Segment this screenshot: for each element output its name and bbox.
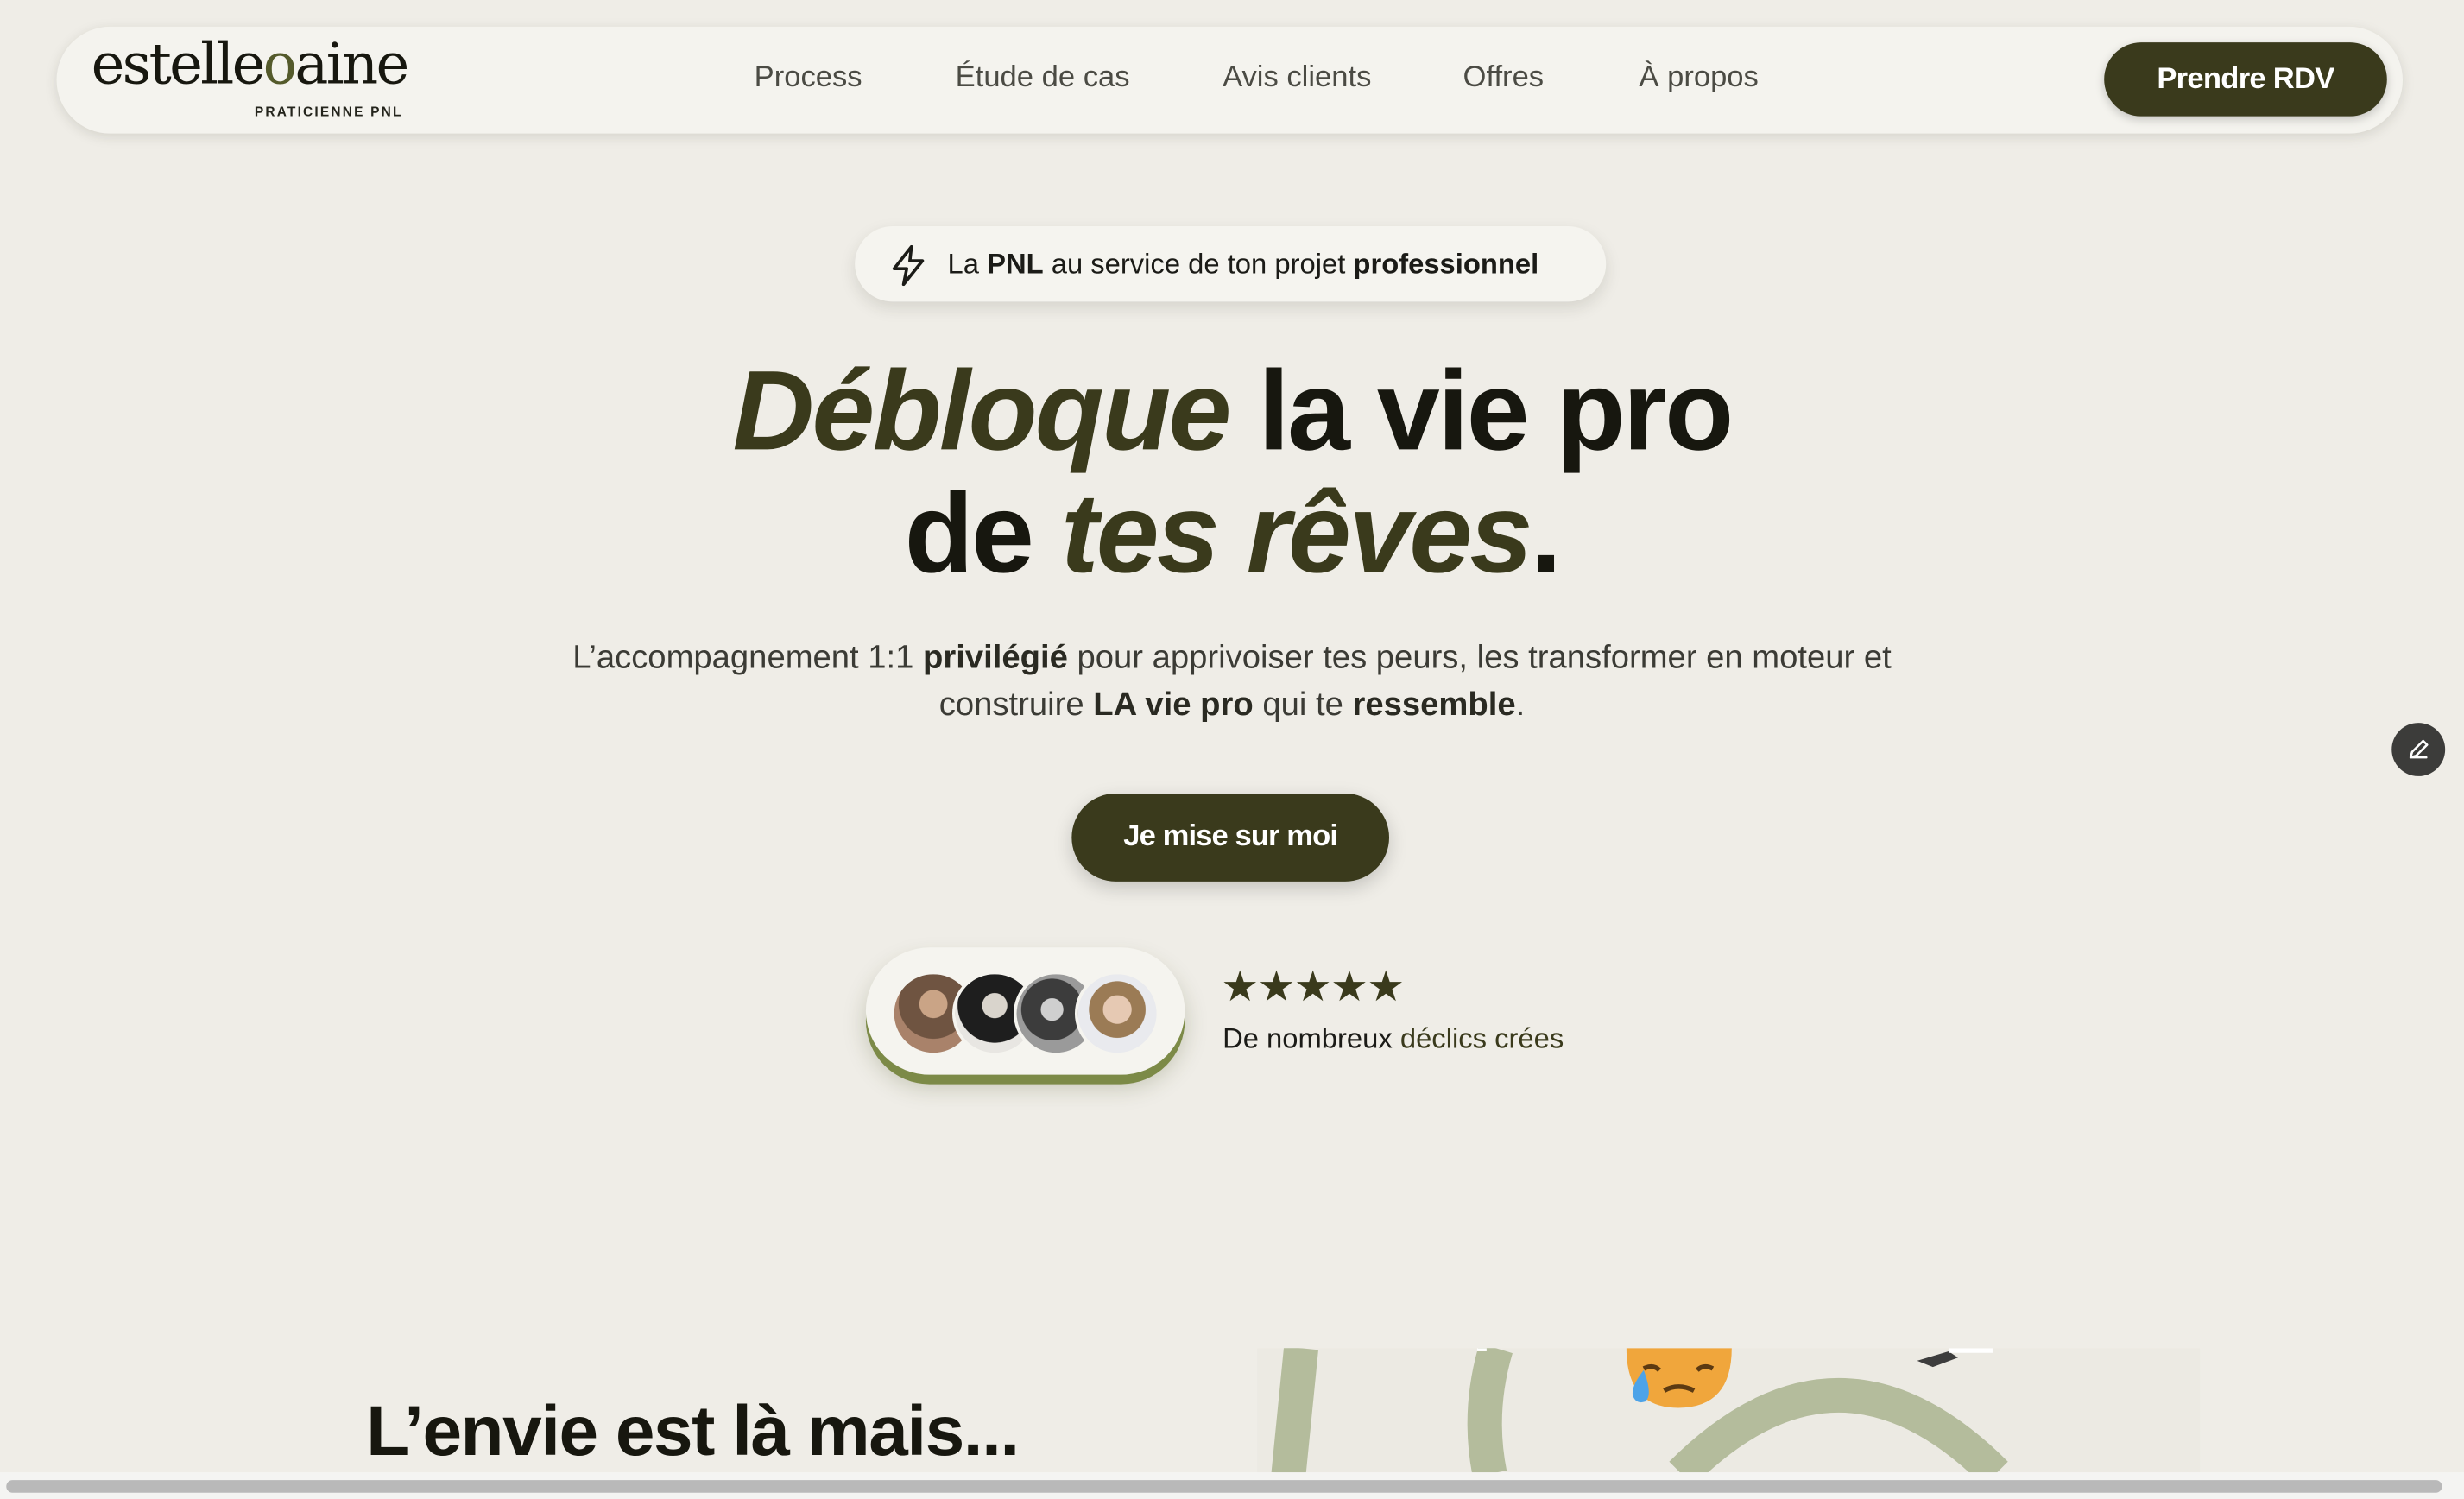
- subtitle-text: pour apprivoiser tes peurs, les transfor…: [1067, 639, 1892, 676]
- badge-strong-professionnel: professionnel: [1353, 248, 1539, 280]
- subtitle-strong-la-vie-pro: LA vie pro: [1093, 686, 1254, 724]
- hero-headline-line-2: de tes rêves.: [0, 471, 2464, 598]
- rating-stars: ★★★★★: [1221, 963, 1405, 1011]
- social-proof-text-accent: déclics crées: [1399, 1022, 1564, 1055]
- hero-badge-text: La PNL au service de ton projet professi…: [948, 249, 1539, 281]
- headline-italic-debloque: Débloque: [732, 348, 1232, 475]
- nav-link-a-propos[interactable]: À propos: [1639, 61, 1758, 96]
- page: estelleoaine PRATICIENNE PNL Process Étu…: [0, 0, 2464, 1499]
- nav-link-process[interactable]: Process: [755, 61, 862, 96]
- pencil-icon: [2409, 739, 2429, 759]
- headline-period: .: [1530, 471, 1562, 598]
- logo-text-left: estelle: [91, 33, 266, 98]
- decorative-illustration: [1257, 1348, 2201, 1474]
- badge-text-2: au service de ton projet: [1043, 248, 1354, 280]
- hero-headline-line-1: Débloque la vie pro: [0, 349, 2464, 475]
- social-proof-text: De nombreux déclics crées: [1223, 1023, 1564, 1056]
- nav-link-etude-de-cas[interactable]: Étude de cas: [956, 61, 1130, 96]
- scrollbar-thumb[interactable]: [6, 1480, 2442, 1493]
- subtitle-text: L’accompagnement 1:1: [572, 639, 924, 676]
- prendre-rdv-button[interactable]: Prendre RDV: [2104, 42, 2387, 117]
- lightning-icon: [892, 244, 925, 287]
- subtitle-period: .: [1515, 686, 1526, 724]
- headline-italic-tes-reves: tes rêves: [1060, 471, 1533, 598]
- headline-text-de: de: [904, 471, 1061, 598]
- subtitle-text: construire: [938, 686, 1094, 724]
- horizontal-scrollbar[interactable]: [0, 1472, 2464, 1499]
- logo-text-accent: o: [262, 33, 298, 98]
- nav-link-avis-clients[interactable]: Avis clients: [1223, 61, 1371, 96]
- logo-tagline: PRATICIENNE PNL: [254, 104, 403, 120]
- avatar: [1074, 971, 1160, 1056]
- nav-link-offres[interactable]: Offres: [1463, 61, 1545, 96]
- subtitle-strong-privilegie: privilégié: [923, 639, 1068, 676]
- badge-strong-pnl: PNL: [987, 248, 1044, 280]
- section-title: L’envie est là mais...: [366, 1390, 1020, 1471]
- edit-floating-button[interactable]: [2391, 723, 2446, 776]
- social-proof-text-start: De nombreux: [1223, 1022, 1400, 1055]
- logo[interactable]: estelleoaine: [91, 33, 410, 98]
- je-mise-sur-moi-button[interactable]: Je mise sur moi: [1071, 793, 1390, 882]
- logo-text-right: aine: [294, 33, 409, 98]
- hero-subtitle-line-2: construire LA vie pro qui te ressemble.: [0, 682, 2464, 730]
- badge-text-1: La: [947, 248, 988, 280]
- client-avatars-group: [865, 947, 1185, 1075]
- navbar: estelleoaine PRATICIENNE PNL Process Étu…: [56, 26, 2404, 134]
- subtitle-strong-ressemble: ressemble: [1352, 686, 1516, 724]
- subtitle-text: qui te: [1253, 686, 1353, 724]
- hero-badge: La PNL au service de ton projet professi…: [855, 226, 1607, 302]
- headline-text-la-vie-pro: la vie pro: [1229, 348, 1734, 475]
- hero-subtitle-line-1: L’accompagnement 1:1 privilégié pour app…: [0, 635, 2464, 682]
